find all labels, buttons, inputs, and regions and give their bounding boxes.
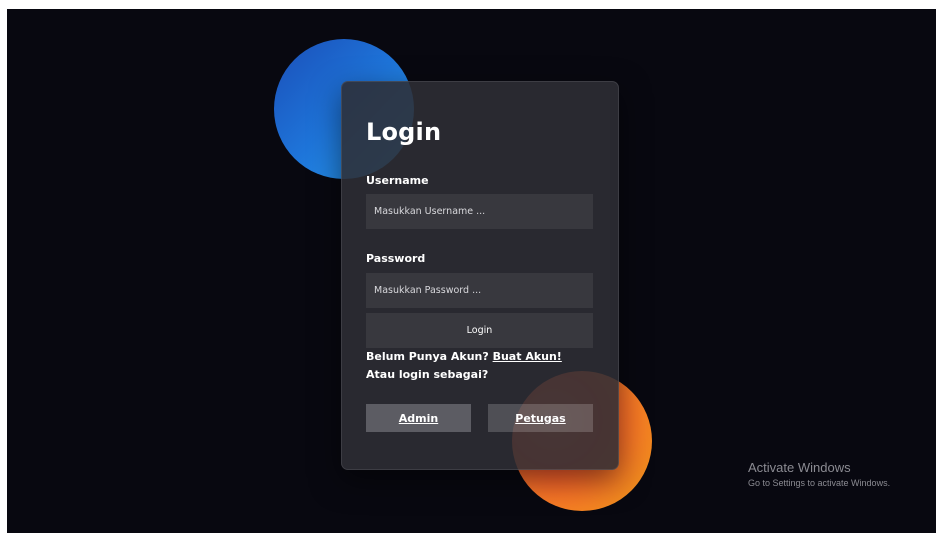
login-card: Login Username Password Login Belum Puny… [341,81,619,470]
username-label: Username [366,174,429,187]
username-input[interactable] [366,194,593,229]
create-account-link[interactable]: Buat Akun! [493,350,562,363]
petugas-login-button[interactable]: Petugas [488,404,593,432]
alt-login-prompt: Atau login sebagai? [366,368,489,381]
desktop-screen: Login Username Password Login Belum Puny… [7,9,936,533]
activate-windows-watermark: Activate Windows Go to Settings to activ… [748,460,890,488]
signup-prompt-text: Belum Punya Akun? [366,350,493,363]
admin-login-button[interactable]: Admin [366,404,471,432]
password-label: Password [366,252,426,265]
watermark-title: Activate Windows [748,460,851,475]
login-button[interactable]: Login [366,313,593,348]
signup-prompt: Belum Punya Akun? Buat Akun! [366,350,562,363]
password-input[interactable] [366,273,593,308]
watermark-subtitle: Go to Settings to activate Windows. [748,478,891,488]
page-title: Login [366,118,442,146]
